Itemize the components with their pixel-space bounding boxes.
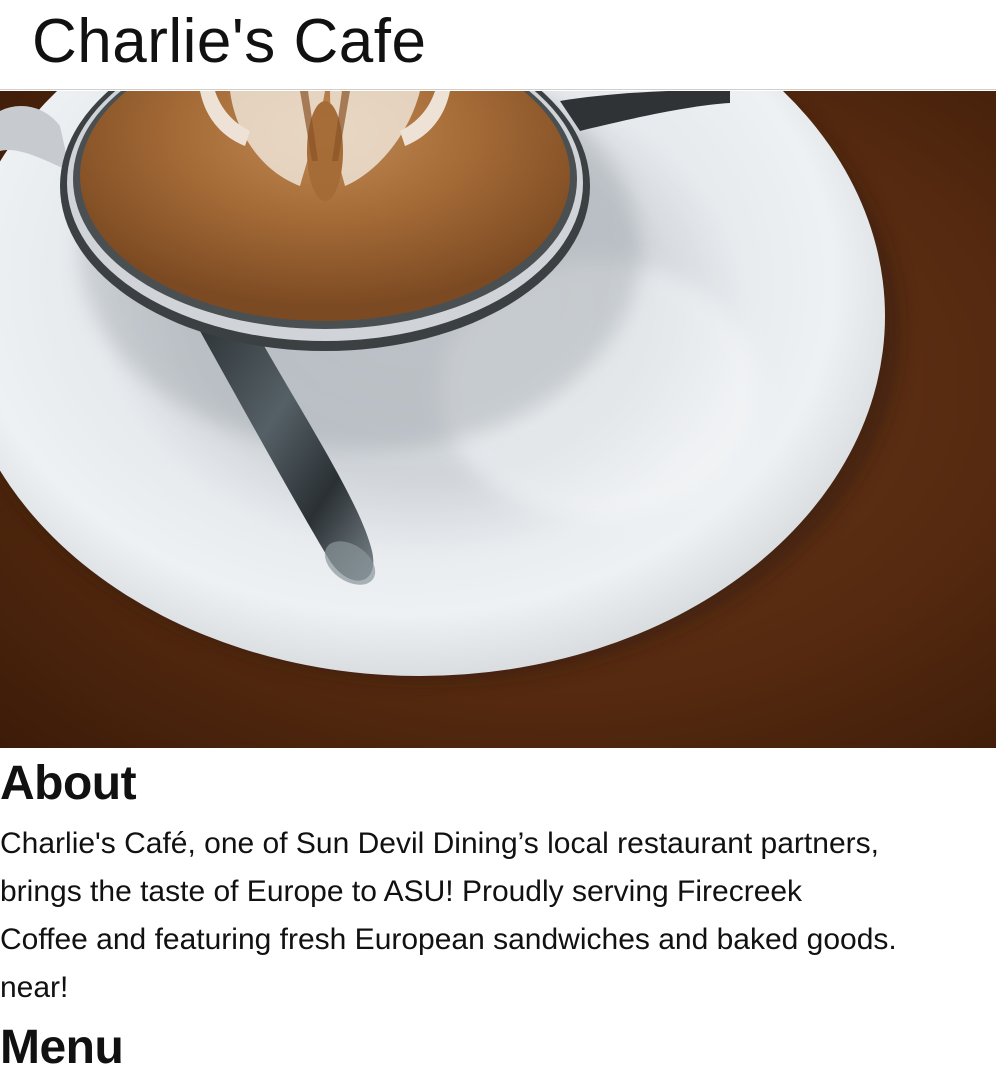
about-text-line: Coffee and featuring fresh European sand…	[0, 923, 897, 956]
hero-image	[0, 91, 996, 748]
site-header: Charlie's Cafe	[0, 0, 996, 90]
about-text-line: near!	[0, 971, 69, 1004]
menu-heading: Menu	[0, 1021, 124, 1074]
about-text-line: brings the taste of Europe to ASU! Proud…	[0, 875, 803, 908]
about-text-line: Charlie's Café, one of Sun Devil Dining’…	[0, 827, 879, 860]
about-heading: About	[0, 757, 137, 810]
coffee-cup-image	[0, 91, 996, 748]
page: Charlie's Cafe About Charlie's Café, one…	[0, 0, 996, 1084]
about-text: Charlie's Café, one of Sun Devil Dining’…	[0, 820, 996, 1012]
site-title[interactable]: Charlie's Cafe	[32, 6, 426, 78]
